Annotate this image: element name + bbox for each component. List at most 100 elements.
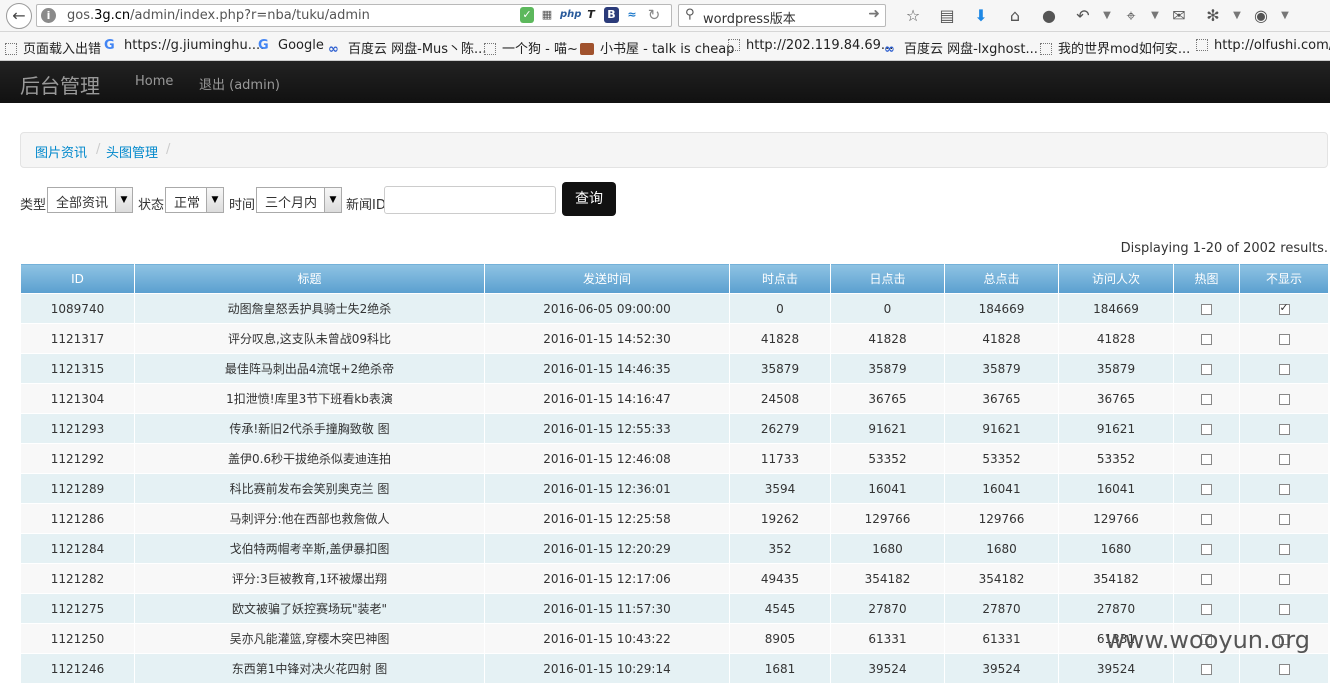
cell-hot (1173, 563, 1240, 594)
translate-icon[interactable]: T (584, 7, 598, 23)
globe-dropdown-icon[interactable]: ▼ (1278, 5, 1292, 27)
reload-icon[interactable]: ↻ (645, 7, 663, 23)
extension-dropdown-icon[interactable]: ▼ (1230, 5, 1244, 27)
cell-send-time: 2016-01-15 14:16:47 (484, 383, 730, 414)
hot-checkbox[interactable] (1201, 393, 1212, 405)
chevron-down-icon: ▼ (324, 188, 341, 212)
bookmark-item[interactable]: 页面载入出错 (5, 38, 101, 57)
time-select[interactable]: 三个月内 ▼ (256, 187, 342, 213)
bookmark-item[interactable]: 一个狗 - 喵~ (484, 38, 578, 57)
crop-icon[interactable]: ⌖ (1114, 5, 1148, 27)
crop-dropdown-icon[interactable]: ▼ (1148, 5, 1162, 27)
extension-icon[interactable]: ✻ (1196, 5, 1230, 27)
cell-id: 1121293 (20, 413, 135, 444)
info-icon[interactable]: i (41, 8, 56, 23)
column-header-visitors[interactable]: 访问人次 (1058, 263, 1174, 294)
nav-logout-link[interactable]: 退出 (admin) (199, 74, 280, 93)
hot-checkbox[interactable] (1201, 573, 1212, 585)
search-go-arrow-icon[interactable]: ➜ (868, 6, 880, 22)
column-header-hour-clicks[interactable]: 时点击 (729, 263, 831, 294)
php-icon[interactable]: php (560, 7, 581, 23)
hide-checkbox[interactable] (1278, 663, 1290, 675)
hot-checkbox[interactable] (1201, 453, 1212, 465)
bookmark-item[interactable]: Ghttps://g.jiuminghu.... (104, 38, 264, 53)
search-input[interactable]: wordpress版本 (703, 8, 796, 27)
bookmark-item[interactable]: 小书屋 - talk is cheap (580, 38, 734, 57)
chat-icon[interactable]: ● (1032, 5, 1066, 27)
hide-checkbox[interactable] (1278, 573, 1290, 585)
brand-title[interactable]: 后台管理 (20, 70, 100, 99)
cell-visitors: 91621 (1058, 413, 1174, 444)
cell-total-clicks: 61331 (944, 623, 1059, 654)
column-header-id[interactable]: ID (20, 263, 135, 294)
hide-checkbox[interactable] (1278, 543, 1290, 555)
cell-id: 1121289 (20, 473, 135, 504)
hot-checkbox[interactable] (1201, 603, 1212, 615)
bootstrap-icon[interactable]: B (604, 7, 619, 23)
bookmark-item[interactable]: ∞ 百度云 网盘-lxghost... (884, 38, 1038, 57)
hot-checkbox[interactable] (1201, 663, 1212, 675)
reading-list-icon[interactable]: ▤ (930, 5, 964, 27)
breadcrumb-separator: / (166, 142, 171, 157)
cell-hour-clicks: 4545 (729, 593, 831, 624)
hot-checkbox[interactable] (1201, 513, 1212, 525)
cell-hot (1173, 413, 1240, 444)
search-box[interactable]: ⚲ wordpress版本 ➜ (678, 4, 886, 27)
undo-icon[interactable]: ↶ (1066, 5, 1100, 27)
hot-checkbox[interactable] (1201, 333, 1212, 345)
nav-home-link[interactable]: Home (135, 74, 173, 89)
shield-icon[interactable]: ✓ (520, 7, 534, 23)
cell-hour-clicks: 35879 (729, 353, 831, 384)
cell-id: 1121292 (20, 443, 135, 474)
hot-checkbox[interactable] (1201, 363, 1212, 375)
bookmark-item[interactable]: ∞ 百度云 网盘-Mus丶陈... (328, 38, 486, 57)
bookmark-item[interactable]: G Google (258, 38, 324, 53)
qr-code-icon[interactable]: ▦ (540, 7, 554, 23)
cell-hot (1173, 473, 1240, 504)
hot-checkbox[interactable] (1201, 483, 1212, 495)
page-icon (1196, 39, 1208, 51)
breadcrumb-headline-admin[interactable]: 头图管理 (106, 142, 158, 161)
news-id-input[interactable] (384, 186, 556, 214)
cell-visitors: 1680 (1058, 533, 1174, 564)
column-header-day-clicks[interactable]: 日点击 (830, 263, 945, 294)
speech-bubble-icon[interactable]: ✉ (1162, 5, 1196, 27)
column-header-send-time[interactable]: 发送时间 (484, 263, 730, 294)
breadcrumb-image-news[interactable]: 图片资讯 (35, 142, 87, 161)
hide-checkbox[interactable] (1278, 603, 1290, 615)
hide-checkbox[interactable] (1278, 483, 1290, 495)
type-select[interactable]: 全部资讯 ▼ (47, 187, 133, 213)
hide-checkbox[interactable] (1278, 301, 1290, 315)
cell-title: 欧文被骗了妖控赛场玩"装老" (134, 593, 485, 624)
query-button[interactable]: 查询 (562, 182, 616, 216)
cell-id: 1121275 (20, 593, 135, 624)
status-select[interactable]: 正常 ▼ (165, 187, 224, 213)
globe-icon[interactable]: ◉ (1244, 5, 1278, 27)
url-bar[interactable]: i gos.3g.cn/admin/index.php?r=nba/tuku/a… (36, 4, 672, 27)
cell-total-clicks: 354182 (944, 563, 1059, 594)
home-icon[interactable]: ⌂ (998, 5, 1032, 27)
hide-checkbox[interactable] (1278, 453, 1290, 465)
hot-checkbox[interactable] (1201, 423, 1212, 435)
hide-checkbox[interactable] (1278, 393, 1290, 405)
cell-title: 吴亦凡能灌篮,穿樱木突巴神图 (134, 623, 485, 654)
bookmark-star-icon[interactable]: ☆ (896, 5, 930, 27)
wave-icon[interactable]: ≈ (625, 7, 639, 23)
bookmark-item[interactable]: 我的世界mod如何安... (1040, 38, 1190, 57)
download-icon[interactable]: ⬇ (964, 5, 998, 27)
hide-checkbox[interactable] (1278, 423, 1290, 435)
hide-checkbox[interactable] (1278, 513, 1290, 525)
cell-title: 评分叹息,这支队未曾战09科比 (134, 323, 485, 354)
bookmark-item[interactable]: http://olfushi.com/ (1196, 38, 1330, 53)
hide-checkbox[interactable] (1278, 363, 1290, 375)
back-arrow-icon[interactable]: ← (6, 3, 32, 29)
hot-checkbox[interactable] (1201, 303, 1212, 315)
undo-dropdown-icon[interactable]: ▼ (1100, 5, 1114, 27)
column-header-total-clicks[interactable]: 总点击 (944, 263, 1059, 294)
bookmark-item[interactable]: http://202.119.84.69... (728, 38, 893, 53)
cell-hot (1173, 383, 1240, 414)
cell-send-time: 2016-01-15 12:55:33 (484, 413, 730, 444)
hot-checkbox[interactable] (1201, 543, 1212, 555)
column-header-title[interactable]: 标题 (134, 263, 485, 294)
hide-checkbox[interactable] (1278, 333, 1290, 345)
